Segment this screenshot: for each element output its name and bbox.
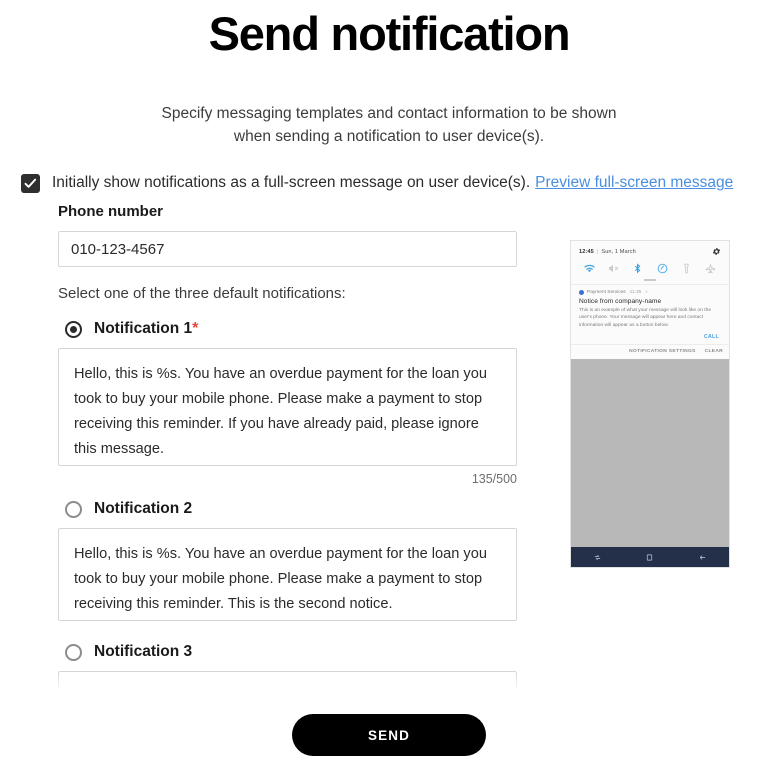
back-icon[interactable] [698, 553, 707, 562]
notification-app-row: Payment Services 11:35 ^ [579, 289, 721, 295]
notification-time: 11:35 [629, 289, 642, 295]
quick-toggle-row [571, 258, 729, 278]
sync-icon[interactable] [656, 262, 669, 275]
notification-1-radio[interactable] [65, 320, 82, 338]
status-time: 12:45 [579, 248, 594, 255]
notification-1-label: Notification 1 [94, 320, 193, 337]
phone-nav-bar [571, 547, 729, 567]
notification-body: This is an example of what your message … [579, 308, 712, 328]
panel-drag-handle[interactable] [644, 279, 656, 281]
notification-1-char-count: 135/500 [471, 472, 517, 486]
phone-preview-mockup: 12:45 | Sun, 1 March Payment Services 11… [570, 240, 730, 568]
notification-2-radio[interactable] [65, 500, 82, 518]
chevron-up-icon[interactable]: ^ [645, 290, 647, 295]
fullscreen-checkbox-label: Initially show notifications as a full-s… [52, 174, 531, 192]
notification-card[interactable]: Payment Services 11:35 ^ Notice from com… [571, 284, 729, 345]
panel-footer: NOTIFICATION SETTINGS CLEAR [571, 344, 729, 359]
page-subtitle: Specify messaging templates and contact … [0, 102, 778, 148]
status-date: Sun, 1 March [601, 248, 636, 255]
form-scroll-area[interactable]: Phone number Select one of the three def… [0, 203, 778, 690]
checkmark-icon [24, 178, 37, 188]
notification-1-row[interactable]: Notification 1 * [58, 320, 517, 338]
status-separator: | [596, 248, 599, 255]
preview-fullscreen-link[interactable]: Preview full-screen message [535, 174, 733, 192]
flashlight-icon[interactable] [680, 262, 693, 275]
recents-icon[interactable] [593, 553, 602, 562]
notification-1-textarea[interactable] [58, 348, 517, 466]
notification-3-row[interactable]: Notification 3 [58, 643, 517, 661]
notification-3-radio[interactable] [65, 643, 82, 661]
phone-number-label: Phone number [58, 203, 164, 220]
subtitle-line-2: when sending a notification to user devi… [233, 127, 545, 145]
fullscreen-option-row: Initially show notifications as a full-s… [0, 173, 778, 193]
notification-3-textarea[interactable] [58, 671, 517, 690]
footer-bar: SEND [0, 698, 778, 772]
select-notification-helper: Select one of the three default notifica… [58, 285, 346, 302]
send-notification-dialog: Send notification Specify messaging temp… [0, 0, 778, 772]
form-column: Phone number Select one of the three def… [58, 203, 517, 690]
page-title: Send notification [208, 7, 571, 60]
notification-settings-button[interactable]: NOTIFICATION SETTINGS [629, 349, 696, 354]
airplane-mode-icon[interactable] [704, 262, 717, 275]
app-badge-icon [579, 289, 584, 295]
clear-button[interactable]: CLEAR [705, 349, 723, 354]
notification-3-label: Notification 3 [94, 643, 193, 660]
fullscreen-checkbox[interactable] [21, 173, 40, 193]
notification-app-name: Payment Services [587, 289, 626, 295]
phone-status-bar: 12:45 | Sun, 1 March [571, 241, 729, 258]
notification-1-required-marker: * [192, 320, 199, 337]
notification-call-button[interactable]: CALL [579, 334, 721, 340]
notification-shade-panel: 12:45 | Sun, 1 March Payment Services 11… [571, 241, 729, 360]
notification-2-textarea[interactable] [58, 528, 517, 621]
notification-2-label: Notification 2 [94, 500, 193, 517]
subtitle-line-1: Specify messaging templates and contact … [161, 104, 617, 122]
send-button[interactable]: SEND [292, 714, 486, 756]
bluetooth-icon[interactable] [631, 262, 644, 275]
mute-icon[interactable] [607, 262, 620, 275]
notification-2-row[interactable]: Notification 2 [58, 500, 517, 518]
phone-number-input[interactable] [58, 231, 517, 267]
wifi-icon[interactable] [583, 262, 596, 275]
home-icon[interactable] [645, 553, 654, 562]
gear-icon[interactable] [712, 247, 721, 256]
notification-title: Notice from company-name [579, 297, 662, 305]
